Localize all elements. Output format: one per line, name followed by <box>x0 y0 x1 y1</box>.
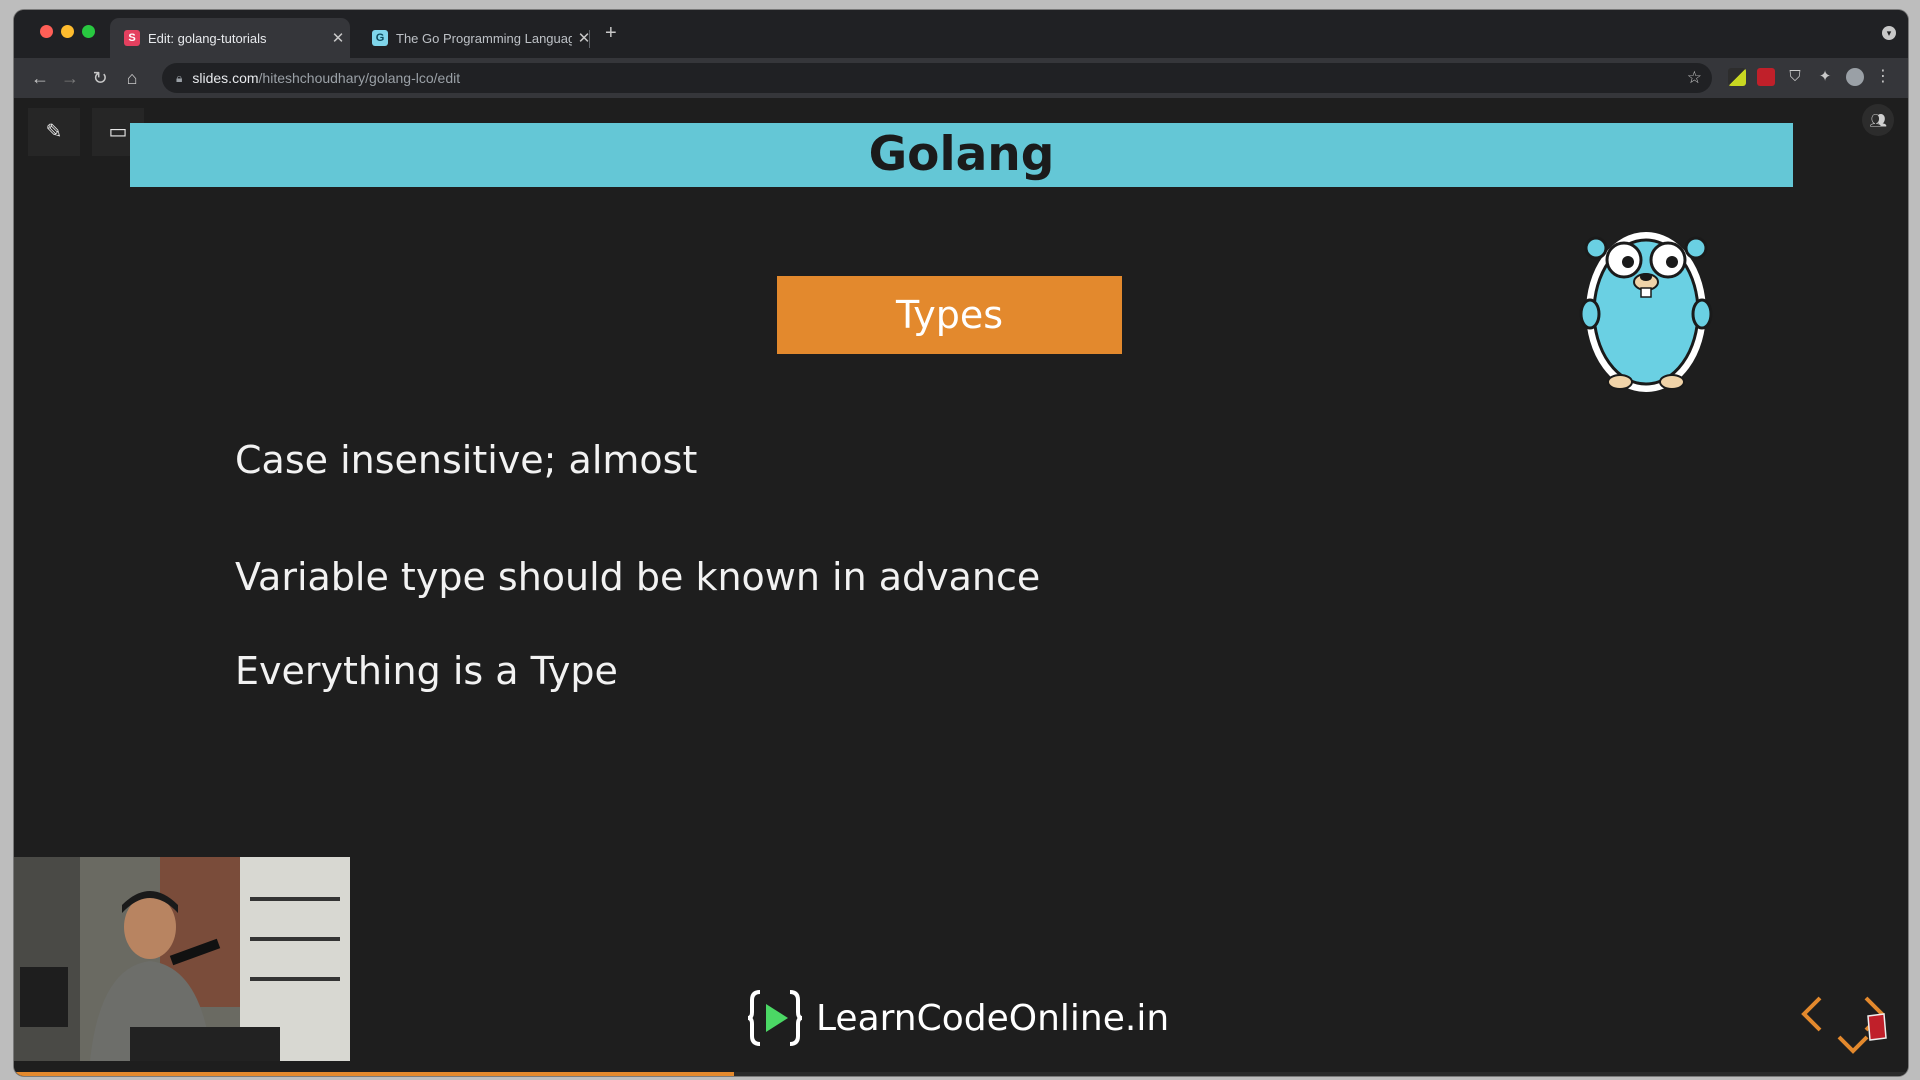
tab-title: Edit: golang-tutorials <box>148 30 267 46</box>
url-host: slides.com <box>192 70 259 86</box>
go-icon: G <box>372 30 388 46</box>
section-label: Types <box>895 293 1004 337</box>
slide-progress-fill <box>14 1072 734 1076</box>
address-bar[interactable]: 🔒︎ slides.com /hiteshchoudhary/golang-lc… <box>162 63 1712 93</box>
browser-window: S Edit: golang-tutorials ✕ G The Go Prog… <box>14 10 1908 1076</box>
play-brace-icon <box>748 990 802 1046</box>
extension-icon[interactable] <box>1757 68 1775 86</box>
tab-divider <box>589 30 590 48</box>
tab-strip: S Edit: golang-tutorials ✕ G The Go Prog… <box>14 10 1908 58</box>
logo-text: LearnCodeOnline.in <box>816 997 1170 1039</box>
tab-search-icon[interactable]: ▾ <box>1882 26 1896 40</box>
cursor-icon <box>1862 1010 1890 1049</box>
forward-icon[interactable]: → <box>56 64 84 92</box>
slides-icon: S <box>124 30 140 46</box>
gopher-mascot-icon <box>1576 216 1716 401</box>
close-window-button[interactable] <box>40 25 53 38</box>
bullet-item: Case insensitive; almost <box>235 438 698 482</box>
new-tab-button[interactable]: + <box>605 22 617 45</box>
reload-icon[interactable]: ↻ <box>86 64 114 92</box>
extension-icon[interactable] <box>1728 68 1746 86</box>
bullet-item: Everything is a Type <box>235 649 618 693</box>
tab-title: The Go Programming Languag <box>396 30 572 46</box>
close-icon[interactable]: ✕ <box>326 29 350 47</box>
section-label-box: Types <box>777 276 1122 354</box>
previous-slide-icon[interactable] <box>1798 994 1824 1039</box>
learncodeonline-logo: LearnCodeOnline.in <box>748 988 1169 1048</box>
back-icon[interactable]: ← <box>26 64 54 92</box>
slide-title-bar: Golang <box>130 123 1793 187</box>
home-icon[interactable]: ⌂ <box>118 64 146 92</box>
browser-toolbar: ← → ↻ ⌂ 🔒︎ slides.com /hiteshchoudhary/g… <box>14 58 1908 98</box>
avatar[interactable] <box>1846 68 1864 86</box>
minimize-window-button[interactable] <box>61 25 74 38</box>
pen-icon[interactable]: ✎ <box>28 108 80 156</box>
shield-icon[interactable]: ⛉ <box>1786 68 1804 86</box>
tab-edit-golang-tutorials[interactable]: S Edit: golang-tutorials ✕ <box>110 18 350 58</box>
puzzle-icon[interactable]: ✦ <box>1816 68 1834 86</box>
people-icon[interactable]: 👥︎ <box>1862 104 1894 136</box>
bullet-item: Variable type should be known in advance <box>235 555 1041 599</box>
url-path: /hiteshchoudhary/golang-lco/edit <box>258 70 461 86</box>
maximize-window-button[interactable] <box>82 25 95 38</box>
slide-progress-bar <box>14 1072 1908 1076</box>
presenter-webcam-video <box>14 857 350 1061</box>
tab-go-programming-language[interactable]: G The Go Programming Languag ✕ <box>358 18 596 58</box>
menu-kebab-icon[interactable]: ⋮ <box>1874 68 1892 86</box>
slide-title: Golang <box>868 127 1055 182</box>
lock-icon: 🔒︎ <box>176 70 183 85</box>
slide-page: ✎ ▭ 👥︎ Golang Types Case insensitive; al… <box>14 98 1908 1076</box>
close-icon[interactable]: ✕ <box>572 29 596 47</box>
bookmark-star-icon[interactable]: ☆ <box>1687 68 1702 88</box>
